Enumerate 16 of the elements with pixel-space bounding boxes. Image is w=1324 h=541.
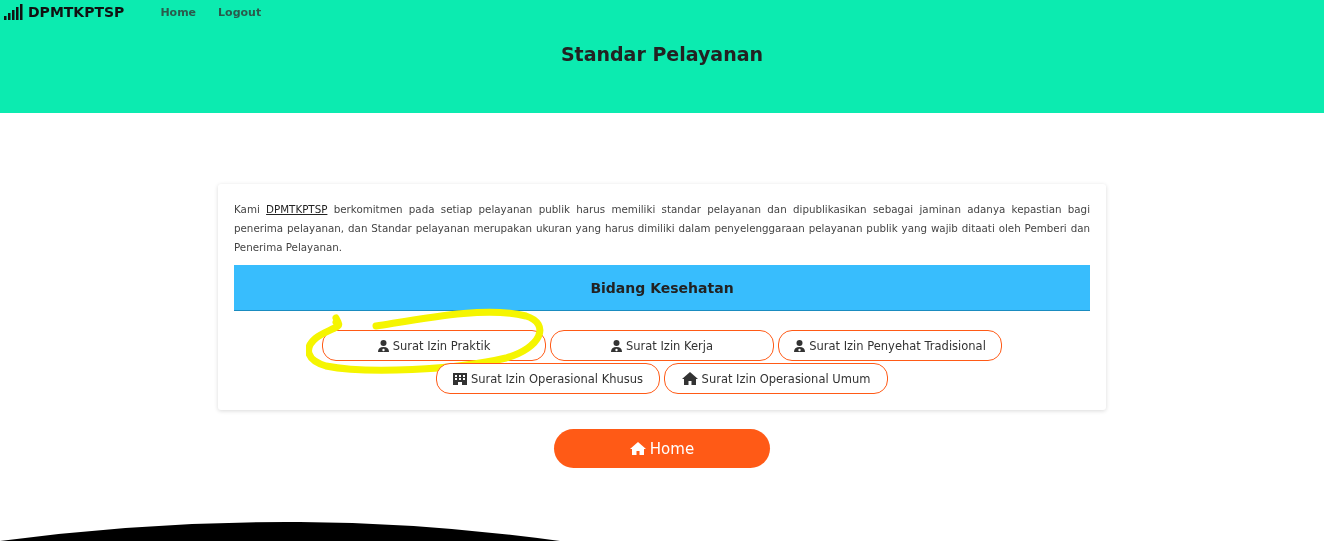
building-icon	[452, 372, 467, 385]
service-button[interactable]: Surat Izin Kerja	[550, 330, 774, 361]
service-button[interactable]: Surat Izin Praktik	[322, 330, 546, 361]
section-heading: Bidang Kesehatan	[234, 265, 1090, 311]
house-icon	[629, 442, 646, 455]
signal-icon	[4, 4, 24, 20]
brand-link[interactable]: DPMTKPTSP	[266, 203, 328, 215]
brand-name[interactable]: DPMTKPTSP	[28, 4, 125, 20]
page-title: Standar Pelayanan	[559, 43, 765, 65]
service-button[interactable]: Surat Izin Penyehat Tradisional	[778, 330, 1002, 361]
house-icon	[681, 372, 698, 385]
nav-link[interactable]: Home	[160, 5, 197, 19]
nav-link[interactable]: Logout	[218, 5, 262, 19]
service-button[interactable]: Surat Izin Operasional Umum	[664, 363, 888, 394]
intro-paragraph: Kami DPMTKPTSP berkomitmen pada setiap pelayanan publik harus memiliki standar pelayanan dan dipublikasikan sebagai jaminan adanya kepastian bagi penerima pelayanan, dan Standar pelayanan merupakan ukuran yang harus dimiliki dalam penyelenggaraan pelayanan publik yang wajib ditaati oleh Pemberi dan Penerima Pelayanan.	[234, 202, 1090, 255]
service-button[interactable]: Surat Izin Operasional Khusus	[436, 363, 660, 394]
